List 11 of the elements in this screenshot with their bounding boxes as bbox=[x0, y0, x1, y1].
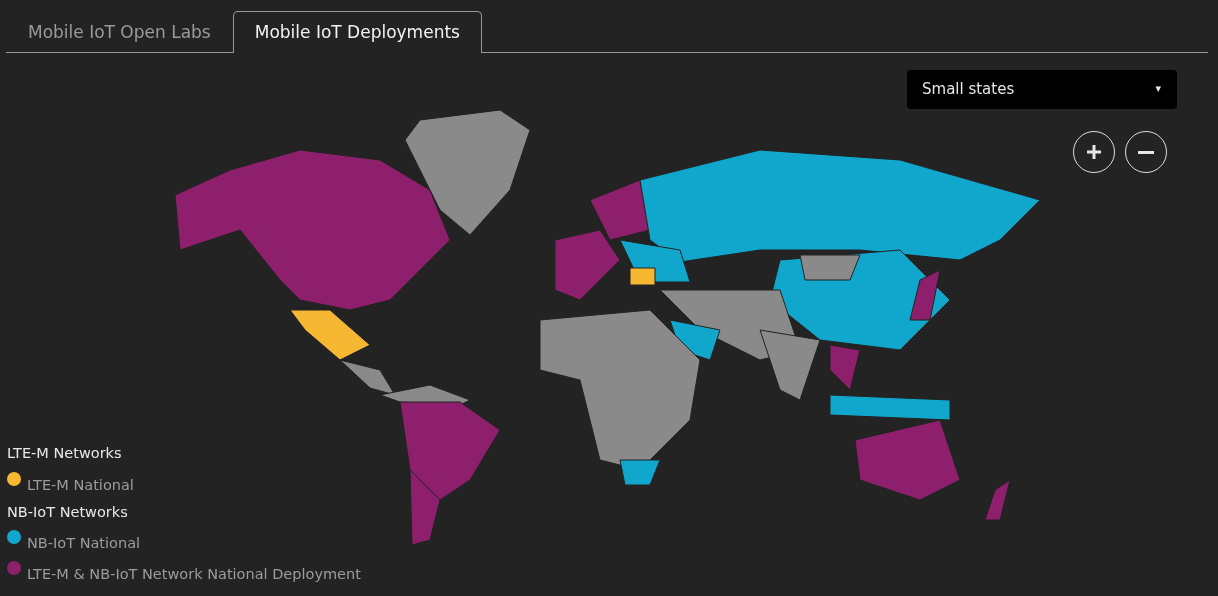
plus-icon bbox=[1085, 143, 1103, 161]
legend-title: NB-IoT Networks bbox=[7, 502, 129, 522]
legend-label: NB-IoT National bbox=[27, 534, 141, 554]
minus-icon bbox=[1138, 150, 1154, 154]
legend-label: LTE-M National bbox=[27, 475, 134, 495]
tab[interactable]: Mobile IoT Deployments bbox=[232, 10, 482, 53]
caret-icon: ▾ bbox=[1155, 81, 1161, 98]
region-dropdown[interactable]: Small states ▾ bbox=[907, 70, 1177, 109]
tab[interactable]: Mobile IoT Open Labs bbox=[6, 10, 233, 53]
legend-title: LTE-M Networks bbox=[7, 444, 123, 463]
legend-label: LTE-M & NB-IoT Network National Deployment bbox=[27, 565, 361, 584]
